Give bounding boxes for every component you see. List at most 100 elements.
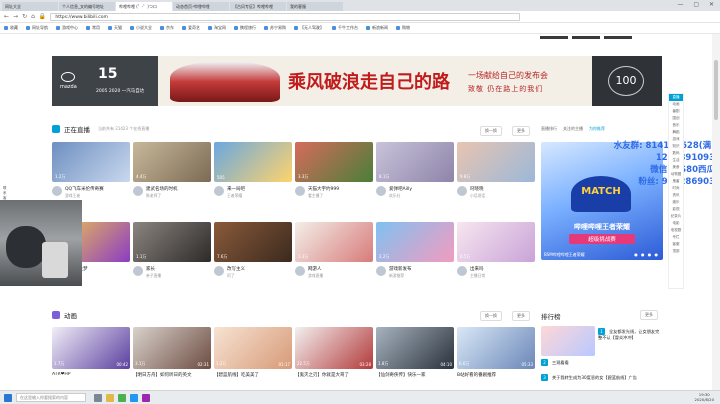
right-nav-item[interactable]: 数码 — [669, 150, 683, 157]
file-explorer-icon[interactable] — [106, 393, 114, 402]
live-thumbnail[interactable]: 3.3万 — [295, 142, 373, 182]
video-thumbnail[interactable]: 3.1万 02:31 — [133, 327, 211, 369]
browser-tab[interactable]: 个人信息_叉的编号地址 — [59, 2, 115, 11]
live-card[interactable]: 8.1万 爱弹吧Ailly 欢乐社 — [376, 142, 454, 198]
right-nav-item[interactable]: 纪录片 — [669, 213, 683, 220]
home-icon[interactable]: ⌂ — [31, 13, 35, 20]
avatar[interactable] — [133, 186, 143, 196]
right-nav-item[interactable]: 音乐 — [669, 122, 683, 129]
live-card[interactable]: 9.8万叼晓晓 小话说话 — [457, 142, 535, 198]
live-card[interactable]: 3.3万 天猫大宇约999 看主播了 — [295, 142, 373, 198]
video-card[interactable]: 1.8万 04:10 【仙剑奇侠传】快乐一家 — [376, 327, 454, 378]
right-nav-item[interactable]: 生活 — [669, 157, 683, 164]
start-icon[interactable] — [4, 393, 12, 402]
live-card-title[interactable]: 家长 — [146, 266, 212, 272]
live-thumbnail[interactable]: 9.8万 — [457, 142, 535, 182]
video-title[interactable]: 【碧蓝航线】吃美美了 — [214, 372, 292, 378]
ranking-item[interactable]: 3 关于我转生成为30度恶的女【碧蓝航线】广告 — [541, 374, 637, 381]
ranking-item[interactable]: 1 全友都发光线，让女朋友完整不认【冒炎冲冲】 — [598, 328, 660, 341]
bookmark-item[interactable]: 淘宝网 — [208, 25, 226, 31]
forward-icon[interactable]: → — [13, 13, 18, 20]
live-card-title[interactable]: 爱弹吧Ailly — [389, 186, 455, 192]
app-icon-2[interactable] — [142, 393, 150, 402]
bookmark-item[interactable]: 苏宁易购 — [264, 25, 286, 31]
video-card[interactable]: 6.6万 05:33 B站好看的番剧推荐 — [457, 327, 535, 378]
url-input[interactable]: https://www.bilibili.com — [50, 12, 521, 21]
right-nav-item[interactable]: 资讯 — [669, 192, 683, 199]
ranking-item[interactable]: 2 三观看看 — [541, 359, 569, 366]
bookmark-item[interactable]: 千牛工作台 — [332, 25, 358, 31]
right-nav-item[interactable]: 电视剧 — [669, 227, 683, 234]
video-title[interactable]: B站好看的番剧推荐 — [457, 372, 535, 378]
video-thumbnail[interactable]: 22.5万 03:28 — [295, 327, 373, 369]
video-card[interactable]: 3.1万 02:31 【明日方舟】如何听日的英文 — [133, 327, 211, 378]
bookmark-item[interactable]: 天猫 — [108, 25, 122, 31]
video-title[interactable]: 【鬼灭之刃】你就是大哥了 — [295, 372, 373, 378]
live-card-title[interactable]: 改写主义 — [227, 266, 293, 272]
browser-tab[interactable]: 哔哩哔哩 (゜-゜)つロ — [116, 2, 172, 11]
bookmark-item[interactable]: 购物 — [396, 25, 410, 31]
taskbar-search-input[interactable]: 在这里输入你要搜索的内容 — [16, 393, 86, 402]
live-card-title[interactable]: 出来吗 — [470, 266, 536, 272]
right-nav-item[interactable]: 专栏 — [669, 234, 683, 241]
browser-tab[interactable]: 我的客服 — [287, 2, 343, 11]
system-clock[interactable]: 19:30 2020/8/20 — [695, 392, 714, 402]
bookmark-item[interactable]: 游戏中心 — [56, 25, 78, 31]
bookmark-item[interactable]: 爱奇艺 — [182, 25, 200, 31]
window-controls[interactable]: — ▢ ✕ — [677, 1, 718, 8]
right-nav-item[interactable]: 鬼畜 — [669, 178, 683, 185]
live-card-uploader[interactable]: 看主播了 — [308, 193, 323, 199]
live-thumbnail[interactable]: 7.6万 — [214, 222, 292, 262]
bookmark-item[interactable]: 网址导航 — [26, 25, 48, 31]
video-title[interactable]: ATR❤HP — [52, 372, 130, 377]
live-card[interactable]: 1.1万家长 亲子直播 — [133, 222, 211, 278]
live-thumbnail[interactable]: 1.1万 — [133, 222, 211, 262]
live-card[interactable]: 1.2万 QQ飞车米伦传奇赛 游戏王者 — [52, 142, 130, 198]
live-thumbnail[interactable]: 4.4万 — [133, 142, 211, 182]
right-nav-item[interactable]: 国创 — [669, 115, 683, 122]
avatar[interactable] — [52, 186, 62, 196]
live-thumbnail[interactable]: 8.1万 — [376, 142, 454, 182]
ranking-more-button[interactable]: 更多 — [640, 310, 658, 320]
live-card-uploader[interactable]: 小话说话 — [470, 193, 485, 199]
video-thumbnail[interactable]: 1.2万 01:17 — [214, 327, 292, 369]
live-card-title[interactable]: 游戏新发布 — [389, 266, 455, 272]
live-card[interactable]: 6.5万 出来吗 主播日常 — [457, 222, 535, 278]
live-card-title[interactable]: QQ飞车米伦传奇赛 — [65, 186, 131, 192]
right-nav-item[interactable]: 舞蹈 — [669, 129, 683, 136]
ad-banner[interactable]: mazda 15 2005 2020 一汽马自达 乘风破浪走自己的路 一场献给自… — [52, 56, 662, 106]
right-nav-item[interactable]: 电影 — [669, 220, 683, 227]
avatar[interactable] — [295, 266, 305, 276]
live-card[interactable]: 1.3万 网游人 游戏直播 — [295, 222, 373, 278]
live-card[interactable]: 7.6万改写主义 阿了 — [214, 222, 292, 278]
browser-tab[interactable]: 网址大全 — [2, 2, 58, 11]
browser-tab[interactable]: 动态首页-哔哩哔哩 — [173, 2, 229, 11]
right-nav-item[interactable]: 知识 — [669, 143, 683, 150]
live-thumbnail[interactable]: 6.5万 — [457, 222, 535, 262]
live-card-uploader[interactable]: 亲子直播 — [146, 273, 161, 279]
bookmark-item[interactable]: 京东 — [160, 25, 174, 31]
ranking-thumbnail[interactable] — [541, 326, 595, 356]
live-card-uploader[interactable]: 阿了 — [227, 273, 235, 279]
bookmark-item[interactable]: 【无人驾驶】 — [294, 25, 324, 31]
right-nav-item[interactable]: 娱乐 — [669, 199, 683, 206]
live-refresh-button[interactable]: 换一换 — [480, 126, 502, 136]
right-nav-item[interactable]: 美食 — [669, 164, 683, 171]
right-nav-item[interactable]: 直播 — [669, 94, 683, 101]
bookmark-item[interactable]: 收藏 — [4, 25, 18, 31]
video-thumbnail[interactable]: 6.6万 05:33 — [457, 327, 535, 369]
right-nav-item[interactable]: 顶部 — [669, 248, 683, 255]
avatar[interactable] — [295, 186, 305, 196]
live-side-tab[interactable]: 关注的主播 — [563, 126, 583, 132]
avatar[interactable] — [376, 266, 386, 276]
right-nav-item[interactable]: 游戏 — [669, 136, 683, 143]
live-card-title[interactable]: 建武名场的时机 — [146, 186, 212, 192]
back-icon[interactable]: ← — [4, 13, 9, 20]
scrollbar-thumb[interactable] — [714, 60, 718, 120]
live-card-title[interactable]: 叼晓晓 — [470, 186, 536, 192]
video-card[interactable]: 22.5万 03:28 【鬼灭之刃】你就是大哥了 — [295, 327, 373, 378]
video-thumbnail[interactable]: 1.8万 04:10 — [376, 327, 454, 369]
anime-more-button[interactable]: 更多 — [512, 311, 530, 321]
bookmark-item[interactable]: 常用 — [86, 25, 100, 31]
right-nav-item[interactable]: 客服 — [669, 241, 683, 248]
